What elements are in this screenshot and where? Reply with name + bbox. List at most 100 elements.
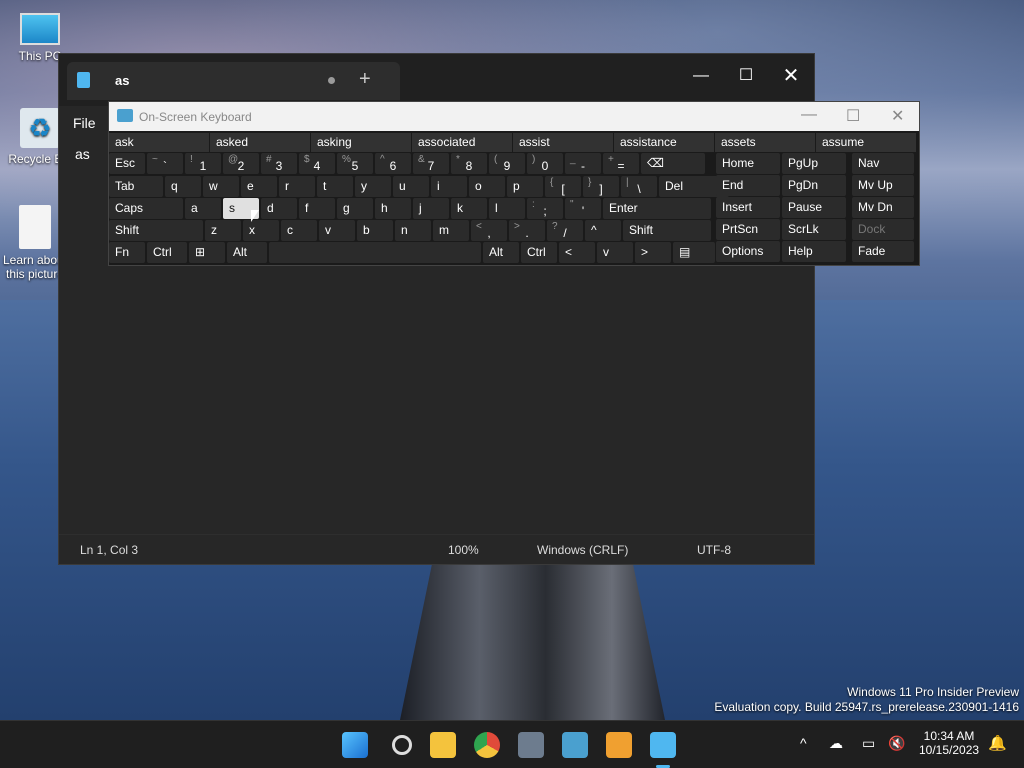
key-r2-7[interactable]: u [393,176,429,197]
key-r3-7[interactable]: j [413,198,449,219]
key-r4-1[interactable]: z [205,220,241,241]
key-r2-5[interactable]: t [317,176,353,197]
key-pgdn[interactable]: PgDn [782,175,846,196]
keyboard-icon[interactable] [562,732,588,758]
search-icon[interactable] [392,735,412,755]
suggestion-asked[interactable]: asked [210,133,310,152]
display-icon[interactable]: ▭ [862,735,875,752]
key-r3-6[interactable]: h [375,198,411,219]
minimize-button[interactable]: — [678,62,724,90]
key-digit-4[interactable]: #3 [261,153,297,174]
key-prtscn[interactable]: PrtScn [716,219,780,240]
key-tab[interactable]: Tab [109,176,163,197]
key-fn[interactable]: Fn [109,242,145,263]
key-r4-6[interactable]: n [395,220,431,241]
notepad-tab[interactable]: as [67,62,400,100]
settings-icon[interactable] [518,732,544,758]
key-r3-1[interactable]: a [185,198,221,219]
key-r2-9[interactable]: o [469,176,505,197]
key-digit-5[interactable]: $4 [299,153,335,174]
key-r4-4[interactable]: v [319,220,355,241]
key-up-arrow[interactable]: ^ [585,220,621,241]
key-r3-9[interactable]: l [489,198,525,219]
key-r4-3[interactable]: c [281,220,317,241]
suggestion-assistance[interactable]: assistance [614,133,714,152]
new-tab-plus-icon[interactable]: + [359,68,371,91]
key-windows-icon[interactable]: ⊞ [189,242,225,263]
key-pause[interactable]: Pause [782,197,846,218]
key-r4-8[interactable]: <, [471,220,507,241]
key-options[interactable]: Options [716,241,780,262]
key-r4-7[interactable]: m [433,220,469,241]
chrome-icon[interactable] [474,732,500,758]
key-r4-2[interactable]: x [243,220,279,241]
key-shift-right[interactable]: Shift [623,220,711,241]
paint-icon[interactable] [606,732,632,758]
suggestion-assist[interactable]: assist [513,133,613,152]
key-insert[interactable]: Insert [716,197,780,218]
key-r4-9[interactable]: >. [509,220,545,241]
key-r2-12[interactable]: }] [583,176,619,197]
status-encoding[interactable]: UTF-8 [697,543,731,557]
key-fade[interactable]: Fade [852,241,914,262]
close-button[interactable]: ✕ [768,62,814,90]
key-r3-8[interactable]: k [451,198,487,219]
key-pgup[interactable]: PgUp [782,153,846,174]
key-r3-3[interactable]: d [261,198,297,219]
status-zoom[interactable]: 100% [448,543,479,557]
key-ctrl-left[interactable]: Ctrl [147,242,187,263]
key-digit-1[interactable]: ~ ` [147,153,183,174]
key-r4-5[interactable]: b [357,220,393,241]
key-digit-11[interactable]: ) 0 [527,153,563,174]
network-cloud-icon[interactable]: ☁ [829,735,843,752]
key-backspace[interactable]: ⌫ [641,153,705,174]
maximize-button[interactable]: ☐ [723,62,769,90]
key-r2-10[interactable]: p [507,176,543,197]
key-left-arrow[interactable]: < [559,242,595,263]
key-r3-11[interactable]: " ' [565,198,601,219]
key-mv-dn[interactable]: Mv Dn [852,197,914,218]
key-r2-13[interactable]: | \ [621,176,657,197]
notepad-icon[interactable] [650,732,676,768]
suggestion-assets[interactable]: assets [715,133,815,152]
menu-file[interactable]: File [73,115,96,131]
notification-bell-icon[interactable]: 🔔 [988,734,1007,752]
key-alt-right[interactable]: Alt [483,242,519,263]
suggestion-ask[interactable]: ask [109,133,209,152]
key-caps[interactable]: Caps [109,198,183,219]
key-digit-13[interactable]: + = [603,153,639,174]
key-right-arrow[interactable]: > [635,242,671,263]
key-r3-10[interactable]: :; [527,198,563,219]
key-r3-5[interactable]: g [337,198,373,219]
key-r3-4[interactable]: f [299,198,335,219]
key-digit-8[interactable]: & 7 [413,153,449,174]
key-r2-2[interactable]: w [203,176,239,197]
key-help[interactable]: Help [782,241,846,262]
key-space[interactable] [269,242,481,263]
key-digit-3[interactable]: @2 [223,153,259,174]
key-end[interactable]: End [716,175,780,196]
suggestion-associated[interactable]: associated [412,133,512,152]
key-r2-1[interactable]: q [165,176,201,197]
unsaved-dot-icon[interactable] [328,77,335,84]
key-dock[interactable]: Dock [852,219,914,240]
osk-minimize-button[interactable]: — [801,106,817,124]
key-alt-left[interactable]: Alt [227,242,267,263]
key-down-arrow[interactable]: v [597,242,633,263]
key-digit-6[interactable]: % 5 [337,153,373,174]
key-digit-12[interactable]: _ - [565,153,601,174]
key-home[interactable]: Home [716,153,780,174]
key-menu-icon[interactable]: ▤ [673,242,715,263]
key-shift-left[interactable]: Shift [109,220,203,241]
clock[interactable]: 10:34 AM 10/15/2023 [919,729,979,757]
key-mv-up[interactable]: Mv Up [852,175,914,196]
key-scrlk[interactable]: ScrLk [782,219,846,240]
key-digit-7[interactable]: ^ 6 [375,153,411,174]
osk-close-button[interactable]: ✕ [891,106,904,126]
notepad-text-area[interactable]: as [75,146,90,162]
key-r2-8[interactable]: i [431,176,467,197]
key-r4-10[interactable]: ? / [547,220,583,241]
key-nav[interactable]: Nav [852,153,914,174]
key-ctrl-right[interactable]: Ctrl [521,242,557,263]
key-enter[interactable]: Enter [603,198,711,219]
